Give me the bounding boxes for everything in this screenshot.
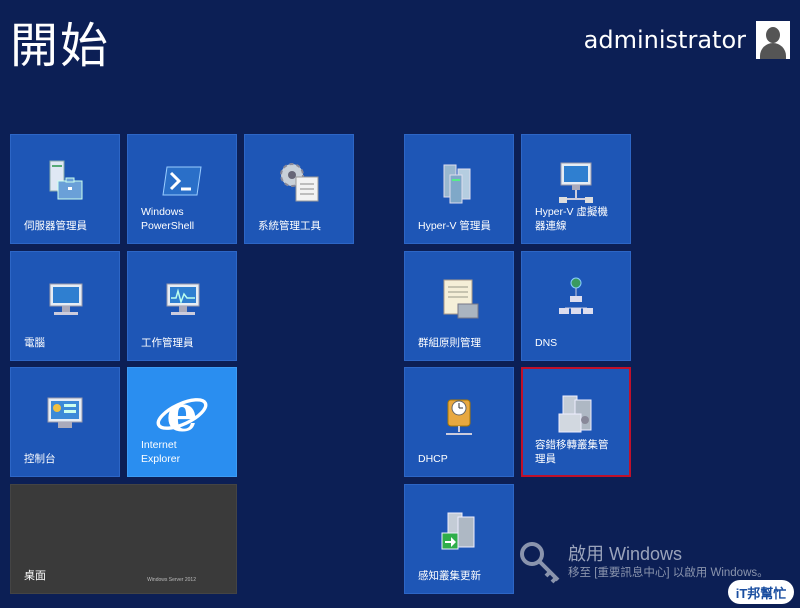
tile-hyperv-vm-connect[interactable]: Hyper-V 虛擬機 器連線 — [521, 134, 631, 244]
powershell-icon — [162, 166, 202, 196]
server-icon — [443, 164, 471, 204]
tile-failover-cluster-manager[interactable]: 容錯移轉叢集管 理員 — [521, 367, 631, 477]
tile-label: Hyper-V 管理員 — [418, 220, 491, 232]
activation-title: 啟用 Windows — [568, 544, 683, 564]
username: administrator — [583, 26, 746, 54]
tile-task-manager[interactable]: 工作管理員 — [127, 251, 237, 361]
tile-desktop[interactable]: Windows Server 2012 桌面 — [10, 484, 237, 594]
tile-label: DHCP — [418, 453, 448, 465]
tile-group-policy[interactable]: 群組原則管理 — [404, 251, 514, 361]
internet-explorer-icon: e — [156, 386, 208, 442]
tile-computer[interactable]: 電腦 — [10, 251, 120, 361]
tile-label: 工作管理員 — [141, 337, 194, 349]
cluster-update-icon — [441, 512, 475, 550]
tile-hyperv-manager[interactable]: Hyper-V 管理員 — [404, 134, 514, 244]
user-account[interactable]: administrator — [584, 20, 790, 60]
tile-label: Hyper-V 虛擬機 器連線 — [535, 206, 608, 232]
server-manager-icon — [49, 160, 83, 200]
control-panel-icon — [47, 397, 83, 428]
tile-label: 控制台 — [24, 453, 56, 465]
tile-cluster-aware-updating[interactable]: 感知叢集更新 — [404, 484, 514, 594]
tile-label: 伺服器管理員 — [24, 220, 87, 232]
svg-text:e: e — [166, 386, 197, 442]
tile-label: Internet Explorer — [141, 439, 181, 465]
tile-dns[interactable]: DNS — [521, 251, 631, 361]
tile-control-panel[interactable]: 控制台 — [10, 367, 120, 477]
ithome-badge: iT邦幫忙 — [728, 580, 794, 604]
tile-internet-explorer[interactable]: e Internet Explorer — [127, 367, 237, 477]
tile-label: 群組原則管理 — [418, 337, 481, 349]
tile-label: 系統管理工具 — [258, 220, 321, 232]
vm-connect-icon — [559, 162, 593, 203]
activation-watermark: 啟用 Windows 移至 [重要訊息中心] 以啟用 Windows。 iT邦幫… — [518, 540, 800, 608]
task-manager-icon — [166, 283, 200, 315]
activation-subtitle: 移至 [重要訊息中心] 以啟用 Windows。 — [568, 567, 769, 579]
gear-icon — [280, 163, 319, 202]
start-title: 開始 — [10, 18, 111, 74]
tile-label: 感知叢集更新 — [418, 570, 481, 582]
cluster-icon — [558, 395, 592, 433]
key-icon — [520, 542, 560, 584]
tile-label: 容錯移轉叢集管 理員 — [535, 439, 609, 465]
user-avatar-icon[interactable] — [756, 21, 790, 59]
dns-icon — [559, 277, 593, 314]
tile-label: Windows PowerShell — [141, 206, 195, 232]
tile-powershell[interactable]: Windows PowerShell — [127, 134, 237, 244]
tile-label: 電腦 — [24, 337, 45, 349]
tile-server-manager[interactable]: 伺服器管理員 — [10, 134, 120, 244]
tile-dhcp[interactable]: DHCP — [404, 367, 514, 477]
dhcp-icon — [446, 399, 472, 435]
group-policy-icon — [443, 279, 479, 319]
tile-label: 桌面 — [24, 570, 46, 582]
computer-icon — [49, 283, 83, 315]
tile-label: DNS — [535, 337, 558, 349]
tile-admin-tools[interactable]: 系統管理工具 — [244, 134, 354, 244]
